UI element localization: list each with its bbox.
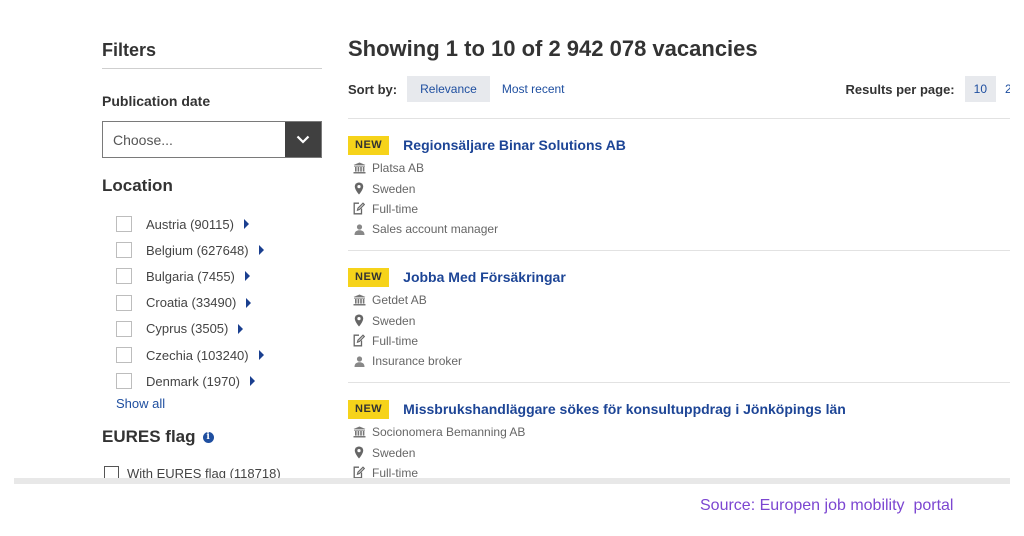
building-icon — [352, 161, 366, 175]
job-location: Sweden — [372, 445, 416, 460]
source-caption: Source: Europen job mobility portal — [700, 497, 954, 514]
location-list: Austria (90115) Belgium (627648) Bulgari… — [102, 211, 322, 394]
job-title-link[interactable]: Jobba Med Försäkringar — [403, 269, 566, 285]
person-icon — [352, 222, 366, 236]
building-icon — [352, 425, 366, 439]
chevron-down-icon[interactable] — [285, 122, 321, 157]
location-checkbox[interactable] — [116, 373, 132, 390]
location-item-czechia[interactable]: Czechia (103240) — [102, 342, 322, 368]
sort-label: Sort by: — [348, 81, 398, 97]
eures-flag-label: EURES flag — [102, 427, 196, 447]
location-item-belgium[interactable]: Belgium (627648) — [102, 237, 322, 263]
job-employer: Getdet AB — [372, 293, 427, 308]
results-per-page: Results per page: 10 2 — [846, 76, 1010, 102]
caret-right-icon[interactable] — [258, 350, 264, 361]
location-label: Croatia (33490) — [146, 295, 237, 311]
new-badge: NEW — [348, 399, 390, 419]
document-edit-icon — [352, 334, 366, 348]
results-per-page-label: Results per page: — [845, 81, 955, 97]
publication-date-select[interactable]: Choose... — [102, 121, 322, 158]
person-icon — [352, 354, 366, 368]
job-location: Sweden — [372, 313, 416, 328]
map-pin-icon — [352, 446, 366, 460]
results-main: Showing 1 to 10 of 2 942 078 vacancies S… — [348, 36, 1010, 479]
results-list: NEW Regionsäljare Binar Solutions AB Pla… — [348, 118, 1010, 479]
location-label: Belgium (627648) — [146, 242, 249, 258]
location-label: Denmark (1970) — [146, 373, 240, 389]
job-occupation: Sales account manager — [372, 222, 499, 237]
building-icon — [352, 293, 366, 307]
location-label: Bulgaria (7455) — [146, 268, 235, 284]
location-checkbox[interactable] — [116, 268, 132, 285]
location-label: Czechia (103240) — [146, 347, 249, 363]
job-type: Full-time — [372, 201, 419, 216]
map-pin-icon — [352, 314, 366, 328]
sort-relevance-button[interactable]: Relevance — [407, 76, 490, 102]
location-checkbox[interactable] — [116, 242, 132, 259]
map-pin-icon — [352, 182, 366, 196]
location-item-croatia[interactable]: Croatia (33490) — [102, 290, 322, 316]
publication-date-label: Publication date — [102, 93, 211, 109]
show-all-locations-link[interactable]: Show all — [116, 396, 322, 411]
filters-title: Filters — [102, 40, 322, 69]
caret-right-icon[interactable] — [238, 323, 244, 334]
job-employer: Socionomera Bemanning AB — [372, 425, 526, 440]
job-card: NEW Missbrukshandläggare sökes för konsu… — [348, 383, 1010, 479]
sort-toolbar: Sort by: Relevance Most recent Results p… — [348, 76, 1010, 102]
caret-right-icon[interactable] — [249, 376, 255, 387]
sort-most-recent-button[interactable]: Most recent — [490, 76, 578, 102]
location-item-denmark[interactable]: Denmark (1970) — [102, 368, 322, 394]
job-employer: Platsa AB — [372, 161, 425, 176]
location-label: Austria (90115) — [146, 216, 234, 232]
job-occupation: Insurance broker — [372, 354, 463, 369]
results-per-page-2[interactable]: 2 — [996, 76, 1010, 102]
caret-right-icon[interactable] — [258, 245, 264, 256]
caret-right-icon[interactable] — [244, 271, 250, 282]
job-location: Sweden — [372, 181, 416, 196]
location-title: Location — [102, 176, 173, 195]
info-icon[interactable]: i — [202, 431, 214, 443]
job-title-link[interactable]: Regionsäljare Binar Solutions AB — [403, 137, 626, 153]
job-card: NEW Jobba Med Försäkringar Getdet AB Swe… — [348, 251, 1010, 383]
new-badge: NEW — [348, 135, 390, 155]
new-badge: NEW — [348, 267, 390, 287]
location-checkbox[interactable] — [116, 320, 132, 337]
filters-sidebar: Filters Publication date Choose... Locat… — [102, 40, 322, 482]
location-label: Cyprus (3505) — [146, 321, 229, 337]
location-checkbox[interactable] — [116, 347, 132, 364]
location-checkbox[interactable] — [116, 216, 132, 233]
results-heading: Showing 1 to 10 of 2 942 078 vacancies — [348, 36, 758, 61]
location-checkbox[interactable] — [116, 294, 132, 311]
eures-flag-title: EURES flag i — [102, 427, 322, 447]
document-edit-icon — [352, 202, 366, 216]
horizontal-scrollbar[interactable] — [14, 478, 1010, 484]
publication-date-value: Choose... — [113, 131, 173, 148]
caret-right-icon[interactable] — [243, 219, 249, 230]
results-per-page-10[interactable]: 10 — [964, 76, 996, 102]
job-title-link[interactable]: Missbrukshandläggare sökes för konsultup… — [403, 401, 846, 417]
location-item-cyprus[interactable]: Cyprus (3505) — [102, 316, 322, 342]
job-card: NEW Regionsäljare Binar Solutions AB Pla… — [348, 119, 1010, 251]
location-item-bulgaria[interactable]: Bulgaria (7455) — [102, 263, 322, 289]
location-item-austria[interactable]: Austria (90115) — [102, 211, 322, 237]
job-type: Full-time — [372, 333, 419, 348]
caret-right-icon[interactable] — [246, 297, 252, 308]
